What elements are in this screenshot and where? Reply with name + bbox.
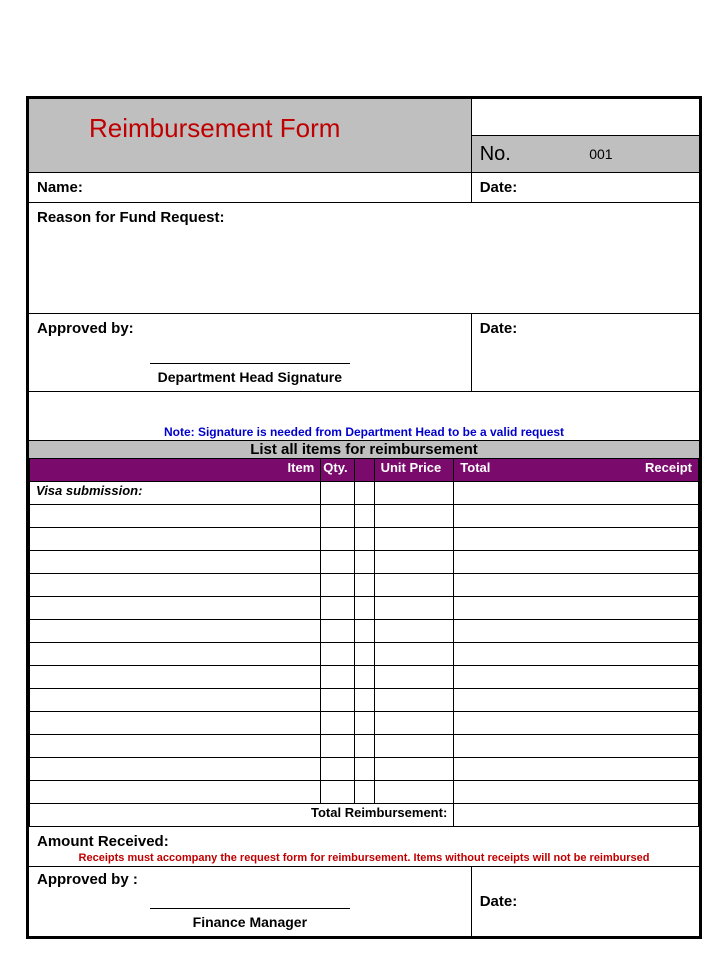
approved-by-label-1: Approved by: (29, 314, 471, 343)
reason-label: Reason for Fund Request: (29, 203, 699, 314)
item-row: Visa submission: (30, 482, 699, 505)
approved-by-label-2: Approved by : (29, 869, 471, 888)
item-row (30, 689, 699, 712)
item-qty[interactable] (321, 482, 354, 505)
red-note: Receipts must accompany the request form… (29, 850, 699, 867)
date-label-1: Date: (471, 173, 699, 203)
col-total-text: Total (460, 460, 490, 475)
number-row: No. 001 (472, 136, 699, 172)
col-total-receipt: Total Receipt (454, 459, 699, 482)
dept-sig-block: Department Head Signature (29, 343, 471, 391)
item-row (30, 620, 699, 643)
amount-received-label: Amount Received: (29, 827, 699, 850)
title-cell: Reimbursement Form (29, 99, 471, 173)
items-area: Item Qty. Unit Price Total Receipt Visa … (29, 458, 699, 827)
finance-sig-block: Finance Manager (29, 888, 471, 936)
date-label-2: Date: (471, 314, 699, 392)
finance-sig-caption: Finance Manager (193, 914, 307, 930)
item-row (30, 643, 699, 666)
total-row: Total Reimbursement: (30, 804, 699, 827)
item-row (30, 712, 699, 735)
item-row (30, 666, 699, 689)
number-cell: No. 001 (471, 99, 699, 173)
item-row (30, 551, 699, 574)
no-value: 001 (511, 146, 691, 162)
item-row (30, 735, 699, 758)
form-outer-frame: Reimbursement Form No. 001 Name: Date: R… (26, 96, 702, 939)
col-unit: Unit Price (374, 459, 454, 482)
no-label: No. (480, 143, 511, 166)
form-table: Reimbursement Form No. 001 Name: Date: R… (29, 99, 699, 936)
approved-cell-1: Approved by: Department Head Signature (29, 314, 471, 392)
finance-sig-line[interactable] (150, 890, 350, 909)
total-value[interactable] (454, 804, 699, 827)
item-gap[interactable] (354, 482, 374, 505)
total-label: Total Reimbursement: (30, 804, 454, 827)
number-blank (472, 99, 699, 136)
item-row (30, 781, 699, 804)
dept-sig-caption: Department Head Signature (158, 369, 342, 385)
dept-sig-line[interactable] (150, 345, 350, 364)
item-unit[interactable] (374, 482, 454, 505)
note-text: Note: Signature is needed from Departmen… (29, 421, 699, 440)
approved-cell-2: Approved by : Finance Manager (29, 867, 471, 937)
item-total[interactable] (454, 482, 699, 505)
items-section-header: List all items for reimbursement (29, 441, 699, 459)
item-row (30, 758, 699, 781)
item-row (30, 528, 699, 551)
name-label: Name: (29, 173, 471, 203)
form-title: Reimbursement Form (89, 113, 471, 144)
item-row (30, 505, 699, 528)
col-qty: Qty. (321, 459, 354, 482)
col-receipt-text: Receipt (645, 460, 692, 475)
item-row (30, 574, 699, 597)
note-cell: Note: Signature is needed from Departmen… (29, 392, 699, 441)
col-item: Item (30, 459, 321, 482)
items-header-row: Item Qty. Unit Price Total Receipt (30, 459, 699, 482)
items-table: Item Qty. Unit Price Total Receipt Visa … (29, 458, 699, 827)
date-label-3: Date: (471, 867, 699, 937)
col-spacer (354, 459, 374, 482)
item-row (30, 597, 699, 620)
item-desc[interactable]: Visa submission: (30, 482, 321, 505)
